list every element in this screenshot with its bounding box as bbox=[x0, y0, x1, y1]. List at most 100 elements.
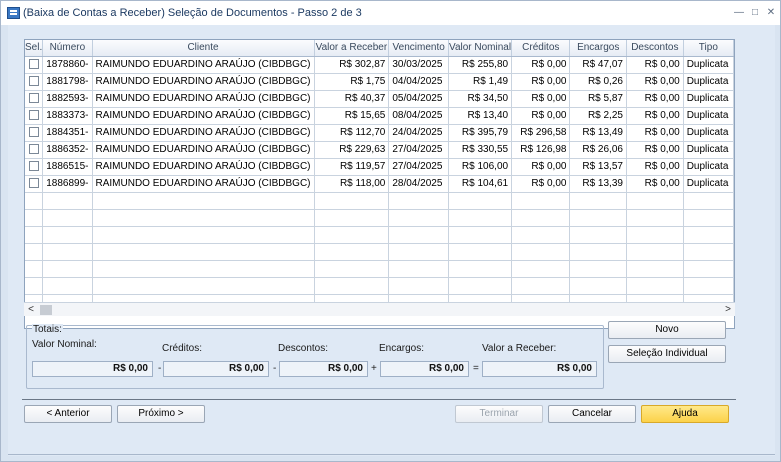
cell-encargos: R$ 2,25 bbox=[569, 107, 627, 125]
cell-numero bbox=[42, 277, 93, 295]
plus-sign: + bbox=[371, 363, 377, 374]
table-row[interactable]: 1882593- RAIMUNDO EDUARDINO ARAÚJO (CIBDB… bbox=[25, 90, 734, 108]
cell-descontos bbox=[626, 260, 684, 278]
terminar-button[interactable]: Terminar bbox=[455, 405, 543, 423]
cell-creditos: R$ 0,00 bbox=[511, 90, 571, 108]
app-icon bbox=[7, 7, 20, 19]
cell-cliente: RAIMUNDO EDUARDINO ARAÚJO (CIBDBGC) bbox=[92, 124, 315, 142]
col-header-vencimento[interactable]: Vencimento bbox=[388, 40, 450, 57]
row-select-cell bbox=[25, 141, 44, 159]
anterior-button[interactable]: < Anterior bbox=[24, 405, 112, 423]
table-row[interactable]: 1886899- RAIMUNDO EDUARDINO ARAÚJO (CIBDB… bbox=[25, 175, 734, 193]
cell-vencimento bbox=[388, 209, 450, 227]
row-select-cell bbox=[25, 107, 44, 125]
creditos-field: R$ 0,00 bbox=[163, 361, 269, 377]
cell-tipo bbox=[683, 243, 734, 261]
cell-encargos: R$ 5,87 bbox=[569, 90, 627, 108]
cell-valor-receber: R$ 40,37 bbox=[314, 90, 390, 108]
cell-vencimento bbox=[388, 192, 450, 210]
row-select-checkbox[interactable] bbox=[28, 93, 39, 104]
row-select-checkbox[interactable] bbox=[28, 144, 39, 155]
ajuda-button[interactable]: Ajuda bbox=[641, 405, 729, 423]
valor-receber-field: R$ 0,00 bbox=[482, 361, 597, 377]
scroll-left-icon[interactable]: < bbox=[24, 303, 38, 317]
scroll-right-icon[interactable]: > bbox=[721, 303, 735, 317]
dialog-content: Sel. Número Cliente Valor a Receber Venc… bbox=[8, 25, 775, 456]
cell-encargos: R$ 0,26 bbox=[569, 73, 627, 91]
equals-sign: = bbox=[473, 363, 479, 374]
scroll-thumb[interactable] bbox=[40, 305, 52, 315]
cell-creditos bbox=[511, 209, 571, 227]
row-select-checkbox[interactable] bbox=[28, 178, 39, 189]
cell-vencimento bbox=[388, 243, 450, 261]
col-header-sel[interactable]: Sel. bbox=[25, 40, 44, 57]
row-select-checkbox[interactable] bbox=[28, 161, 39, 172]
cell-encargos: R$ 47,07 bbox=[569, 56, 627, 74]
col-header-tipo[interactable]: Tipo bbox=[683, 40, 734, 57]
cell-numero: 1886352- bbox=[42, 141, 93, 159]
cell-descontos bbox=[626, 243, 684, 261]
cell-encargos: R$ 13,57 bbox=[569, 158, 627, 176]
col-header-valor-nominal[interactable]: Valor Nominal bbox=[448, 40, 513, 57]
close-icon[interactable]: ✕ bbox=[765, 7, 777, 19]
cell-valor-receber: R$ 118,00 bbox=[314, 175, 390, 193]
row-select-checkbox[interactable] bbox=[28, 110, 39, 121]
cell-cliente: RAIMUNDO EDUARDINO ARAÚJO (CIBDBGC) bbox=[92, 158, 315, 176]
row-select-cell bbox=[25, 90, 44, 108]
cell-encargos: R$ 13,39 bbox=[569, 175, 627, 193]
cell-descontos: R$ 0,00 bbox=[626, 141, 684, 159]
cell-tipo bbox=[683, 209, 734, 227]
table-row[interactable]: 1878860- RAIMUNDO EDUARDINO ARAÚJO (CIBDB… bbox=[25, 56, 734, 74]
table-row[interactable]: 1886352- RAIMUNDO EDUARDINO ARAÚJO (CIBDB… bbox=[25, 141, 734, 159]
cell-cliente: RAIMUNDO EDUARDINO ARAÚJO (CIBDBGC) bbox=[92, 141, 315, 159]
col-header-descontos[interactable]: Descontos bbox=[626, 40, 684, 57]
encargos-label: Encargos: bbox=[379, 343, 425, 354]
minimize-icon[interactable]: — bbox=[733, 7, 745, 19]
table-row[interactable]: 1883373- RAIMUNDO EDUARDINO ARAÚJO (CIBDB… bbox=[25, 107, 734, 125]
selecao-individual-button[interactable]: Seleção Individual bbox=[608, 345, 726, 363]
title-bar: (Baixa de Contas a Receber) Seleção de D… bbox=[1, 1, 780, 25]
empty-row bbox=[25, 277, 734, 295]
table-row[interactable]: 1881798- RAIMUNDO EDUARDINO ARAÚJO (CIBDB… bbox=[25, 73, 734, 91]
cell-creditos bbox=[511, 226, 571, 244]
cell-descontos: R$ 0,00 bbox=[626, 73, 684, 91]
cell-creditos: R$ 296,58 bbox=[511, 124, 571, 142]
col-header-valor-receber[interactable]: Valor a Receber bbox=[314, 40, 390, 57]
cell-valor-nominal bbox=[448, 243, 513, 261]
col-header-encargos[interactable]: Encargos bbox=[569, 40, 627, 57]
table-row[interactable]: 1884351- RAIMUNDO EDUARDINO ARAÚJO (CIBDB… bbox=[25, 124, 734, 142]
cell-valor-nominal bbox=[448, 277, 513, 295]
col-header-cliente[interactable]: Cliente bbox=[92, 40, 315, 57]
row-select-checkbox[interactable] bbox=[28, 59, 39, 70]
cell-tipo: Duplicata bbox=[683, 124, 734, 142]
cell-vencimento: 04/04/2025 bbox=[388, 73, 450, 91]
cell-creditos bbox=[511, 277, 571, 295]
row-select-checkbox[interactable] bbox=[28, 76, 39, 87]
cell-valor-receber: R$ 112,70 bbox=[314, 124, 390, 142]
cell-numero bbox=[42, 192, 93, 210]
cell-valor-receber bbox=[314, 226, 390, 244]
table-row[interactable]: 1886515- RAIMUNDO EDUARDINO ARAÚJO (CIBDB… bbox=[25, 158, 734, 176]
cell-encargos bbox=[569, 243, 627, 261]
restore-icon[interactable]: □ bbox=[749, 7, 761, 19]
cell-valor-nominal: R$ 1,49 bbox=[448, 73, 513, 91]
row-select-cell bbox=[25, 277, 44, 295]
cell-cliente bbox=[92, 260, 315, 278]
cell-vencimento: 27/04/2025 bbox=[388, 158, 450, 176]
cancelar-button[interactable]: Cancelar bbox=[548, 405, 636, 423]
horizontal-scrollbar[interactable]: < > bbox=[24, 302, 735, 316]
col-header-creditos[interactable]: Créditos bbox=[511, 40, 571, 57]
row-select-cell bbox=[25, 260, 44, 278]
novo-button[interactable]: Novo bbox=[608, 321, 726, 339]
cell-vencimento: 24/04/2025 bbox=[388, 124, 450, 142]
row-select-checkbox[interactable] bbox=[28, 127, 39, 138]
row-select-cell bbox=[25, 226, 44, 244]
cell-numero bbox=[42, 226, 93, 244]
documents-table: Sel. Número Cliente Valor a Receber Venc… bbox=[25, 40, 734, 312]
cell-vencimento bbox=[388, 226, 450, 244]
totals-title: Totais: bbox=[32, 324, 63, 335]
cell-encargos bbox=[569, 260, 627, 278]
cell-valor-receber bbox=[314, 192, 390, 210]
proximo-button[interactable]: Próximo > bbox=[117, 405, 205, 423]
col-header-numero[interactable]: Número bbox=[42, 40, 93, 57]
